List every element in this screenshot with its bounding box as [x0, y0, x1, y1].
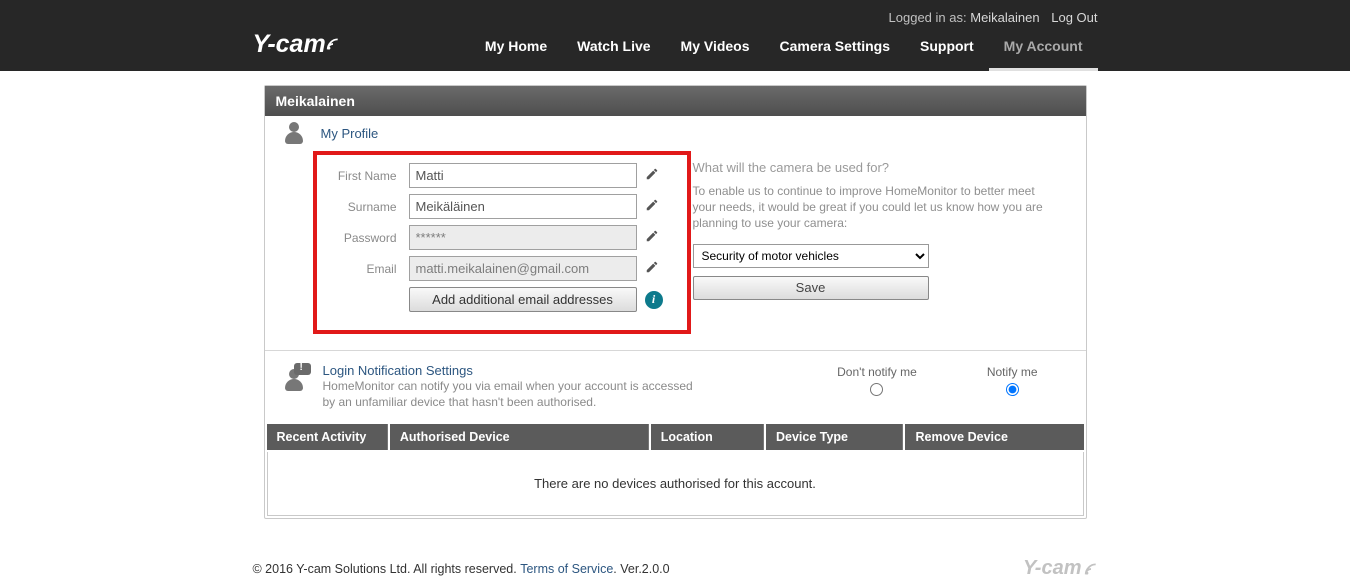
- account-panel: Meikalainen My Profile First Name: [264, 85, 1087, 519]
- col-device-type: Device Type: [766, 424, 904, 450]
- nav-my-account[interactable]: My Account: [989, 24, 1098, 71]
- edit-password-icon[interactable]: [645, 229, 659, 246]
- logout-link[interactable]: Log Out: [1051, 10, 1097, 25]
- password-input: [409, 225, 637, 250]
- site-logo[interactable]: Y-cam: [253, 30, 340, 59]
- col-recent-activity: Recent Activity: [267, 424, 388, 450]
- first-name-input[interactable]: [409, 163, 637, 188]
- save-button[interactable]: Save: [693, 276, 929, 300]
- email-input: [409, 256, 637, 281]
- logo-signal-icon: [326, 37, 340, 52]
- devices-table: Recent Activity Authorised Device Locati…: [265, 422, 1086, 518]
- user-icon: [283, 122, 307, 334]
- password-label: Password: [325, 231, 397, 245]
- footer-version-label: . Ver.: [613, 562, 642, 576]
- nav-watch-live[interactable]: Watch Live: [562, 24, 665, 71]
- notification-icon: !: [283, 363, 311, 410]
- email-label: Email: [325, 262, 397, 276]
- logged-in-username: Meikalainen: [970, 10, 1039, 25]
- edit-email-icon[interactable]: [645, 260, 659, 277]
- dont-notify-radio[interactable]: [870, 383, 883, 396]
- login-notification-description: HomeMonitor can notify you via email whe…: [323, 378, 703, 410]
- highlighted-profile-form: First Name Surname: [313, 151, 691, 334]
- edit-first-name-icon[interactable]: [645, 167, 659, 184]
- logo-text: Y-cam: [253, 30, 326, 59]
- nav-my-home[interactable]: My Home: [470, 24, 562, 71]
- first-name-label: First Name: [325, 169, 397, 183]
- camera-usage-description: To enable us to continue to improve Home…: [693, 183, 1048, 232]
- edit-surname-icon[interactable]: [645, 198, 659, 215]
- add-email-button[interactable]: Add additional email addresses: [409, 287, 637, 312]
- camera-usage-question: What will the camera be used for?: [693, 160, 1048, 175]
- nav-camera-settings[interactable]: Camera Settings: [765, 24, 905, 71]
- footer-copyright: © 2016 Y-cam Solutions Ltd. All rights r…: [253, 562, 517, 576]
- tos-link[interactable]: Terms of Service: [520, 562, 613, 576]
- footer-version: 2.0.0: [642, 562, 670, 576]
- devices-empty-message: There are no devices authorised for this…: [267, 452, 1084, 516]
- panel-title: Meikalainen: [265, 86, 1086, 116]
- camera-usage-select[interactable]: Security of motor vehicles: [693, 244, 929, 268]
- login-notification-heading: Login Notification Settings: [323, 363, 703, 378]
- my-profile-heading: My Profile: [321, 122, 683, 151]
- col-location: Location: [651, 424, 764, 450]
- col-authorised-device: Authorised Device: [390, 424, 649, 450]
- top-bar: Logged in as: Meikalainen Log Out Y-cam …: [0, 0, 1350, 71]
- notify-radio[interactable]: [1006, 383, 1019, 396]
- col-remove-device: Remove Device: [905, 424, 1083, 450]
- page-footer: © 2016 Y-cam Solutions Ltd. All rights r…: [253, 557, 1098, 580]
- notify-label: Notify me: [987, 365, 1038, 379]
- surname-input[interactable]: [409, 194, 637, 219]
- surname-label: Surname: [325, 200, 397, 214]
- info-icon[interactable]: i: [645, 291, 663, 309]
- dont-notify-label: Don't notify me: [837, 365, 917, 379]
- nav-my-videos[interactable]: My Videos: [666, 24, 765, 71]
- footer-logo: Y-cam: [1023, 557, 1098, 580]
- logged-in-as-label: Logged in as:: [889, 10, 967, 25]
- nav-support[interactable]: Support: [905, 24, 989, 71]
